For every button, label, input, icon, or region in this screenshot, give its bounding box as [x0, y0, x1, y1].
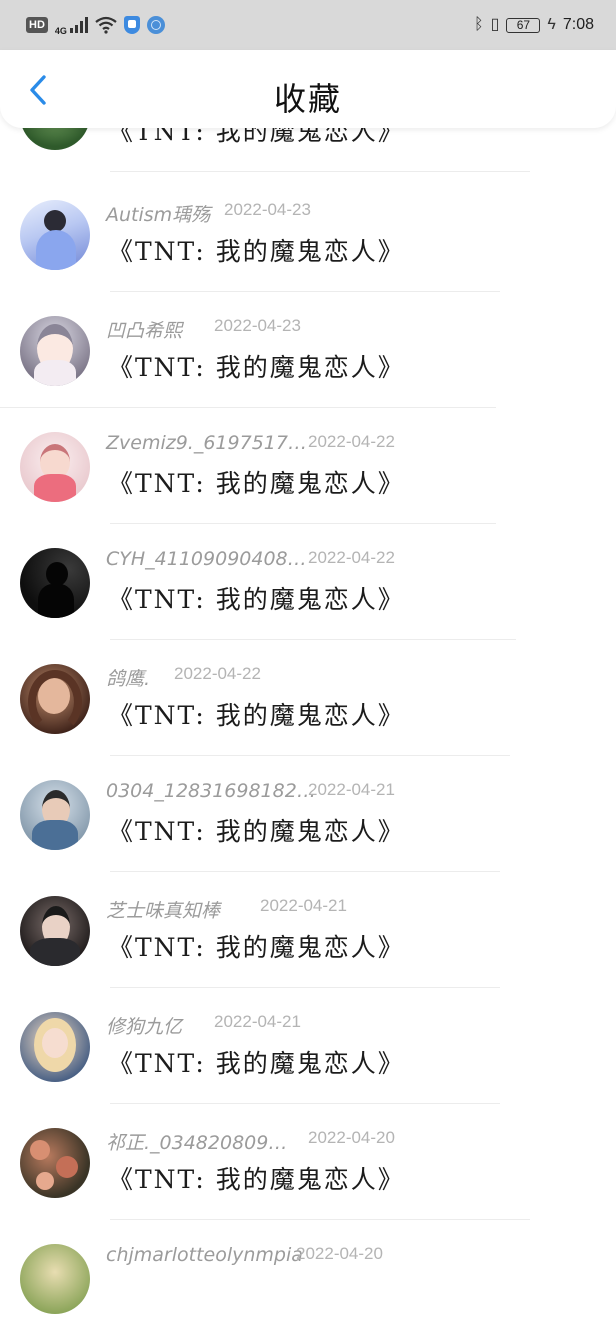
item-meta: 芝士味真知棒 [106, 896, 220, 923]
list-item[interactable]: 鸽鹰. 2022-04-22 《TNT: 我的魔鬼恋人》 [0, 640, 616, 756]
avatar[interactable] [20, 1244, 90, 1314]
item-subject[interactable]: 《TNT: 我的魔鬼恋人》 [108, 348, 405, 384]
item-date: 2022-04-23 [214, 316, 301, 335]
item-date: 2022-04-22 [308, 432, 395, 451]
item-meta: 祁正._034820809… [106, 1128, 287, 1155]
item-date: 2022-04-21 [214, 1012, 301, 1031]
item-subject[interactable]: 《TNT: 我的魔鬼恋人》 [108, 580, 405, 616]
item-subject[interactable]: 《TNT: 我的魔鬼恋人》 [108, 696, 405, 732]
item-meta: 修狗九亿 [106, 1012, 182, 1039]
avatar[interactable] [20, 200, 90, 270]
user-name[interactable]: 0304_12831698182… [106, 780, 316, 802]
item-subject[interactable]: 《TNT: 我的魔鬼恋人》 [108, 812, 405, 848]
item-date: 2022-04-21 [260, 896, 347, 915]
item-subject[interactable]: 《TNT: 我的魔鬼恋人》 [108, 1160, 405, 1196]
list-item[interactable]: 修狗九亿 2022-04-21 《TNT: 我的魔鬼恋人》 [0, 988, 616, 1104]
avatar[interactable] [20, 664, 90, 734]
item-subject[interactable]: 《TNT: 我的魔鬼恋人》 [108, 928, 405, 964]
user-name[interactable]: 祁正._034820809… [106, 1128, 287, 1155]
user-name[interactable]: 鸽鹰. [106, 664, 150, 691]
user-name[interactable]: CYH_41109090408… [106, 548, 307, 570]
list-item[interactable]: chjmarlotteolynmpia 2022-04-20 [0, 1220, 616, 1336]
page-title: 收藏 [273, 80, 342, 118]
item-meta: Autism瑀殇 [106, 200, 210, 227]
item-meta: chjmarlotteolynmpia [106, 1244, 303, 1266]
item-meta: 0304_12831698182… [106, 780, 316, 802]
battery-icon: 67 [506, 17, 541, 33]
bluetooth-icon: ᛒ [473, 16, 484, 33]
header-bar: 收藏 [0, 50, 616, 128]
list-item[interactable]: 凹凸希熙 2022-04-23 《TNT: 我的魔鬼恋人》 [0, 292, 616, 408]
status-bar: HD 4G ᛒ ▯ 67 ϟ 7:08 [0, 0, 616, 50]
list-item[interactable]: Autism瑀殇 2022-04-23 《TNT: 我的魔鬼恋人》 [0, 176, 616, 292]
avatar[interactable] [20, 432, 90, 502]
hd-badge: HD [26, 17, 48, 33]
avatar[interactable] [20, 316, 90, 386]
avatar[interactable] [20, 1012, 90, 1082]
item-meta: 鸽鹰. [106, 664, 150, 691]
divider [110, 171, 530, 172]
user-name[interactable]: Zvemiz9._6197517… [106, 432, 307, 454]
wifi-icon [95, 16, 117, 34]
item-date: 2022-04-22 [308, 548, 395, 567]
user-name[interactable]: 凹凸希熙 [106, 316, 182, 343]
item-date: 2022-04-20 [296, 1244, 383, 1263]
list-item[interactable]: CYH_41109090408… 2022-04-22 《TNT: 我的魔鬼恋人… [0, 524, 616, 640]
item-subject[interactable]: 《TNT: 我的魔鬼恋人》 [108, 232, 405, 268]
item-date: 2022-04-20 [308, 1128, 395, 1147]
shield-app-icon [123, 16, 140, 34]
list-item[interactable]: Zvemiz9._6197517… 2022-04-22 《TNT: 我的魔鬼恋… [0, 408, 616, 524]
user-name[interactable]: Autism瑀殇 [106, 200, 210, 227]
clock: 7:08 [562, 16, 594, 33]
avatar[interactable] [20, 896, 90, 966]
item-meta: CYH_41109090408… [106, 548, 307, 570]
user-name[interactable]: 修狗九亿 [106, 1012, 182, 1039]
item-date: 2022-04-22 [174, 664, 261, 683]
signal-icon [69, 17, 88, 33]
item-subject[interactable]: 《TNT: 我的魔鬼恋人》 [108, 1044, 405, 1080]
item-meta: 凹凸希熙 [106, 316, 182, 343]
network-type: 4G [54, 25, 67, 36]
item-date: 2022-04-23 [224, 200, 311, 219]
list-item[interactable]: 祁正._034820809… 2022-04-20 《TNT: 我的魔鬼恋人》 [0, 1104, 616, 1220]
item-date: 2022-04-21 [308, 780, 395, 799]
list-item[interactable]: 0304_12831698182… 2022-04-21 《TNT: 我的魔鬼恋… [0, 756, 616, 872]
user-name[interactable]: chjmarlotteolynmpia [106, 1244, 303, 1266]
avatar[interactable] [20, 780, 90, 850]
avatar[interactable] [20, 1128, 90, 1198]
favorites-list: 《TNT: 我的魔鬼恋人》 Autism瑀殇 2022-04-23 《TNT: … [0, 0, 616, 1314]
avatar[interactable] [20, 548, 90, 618]
item-meta: Zvemiz9._6197517… [106, 432, 307, 454]
item-subject[interactable]: 《TNT: 我的魔鬼恋人》 [108, 464, 405, 500]
browser-app-icon [146, 16, 165, 34]
list-item[interactable]: 芝士味真知棒 2022-04-21 《TNT: 我的魔鬼恋人》 [0, 872, 616, 988]
user-name[interactable]: 芝士味真知棒 [106, 896, 220, 923]
charging-icon: ϟ [547, 16, 556, 33]
vibrate-icon: ▯ [490, 16, 500, 33]
